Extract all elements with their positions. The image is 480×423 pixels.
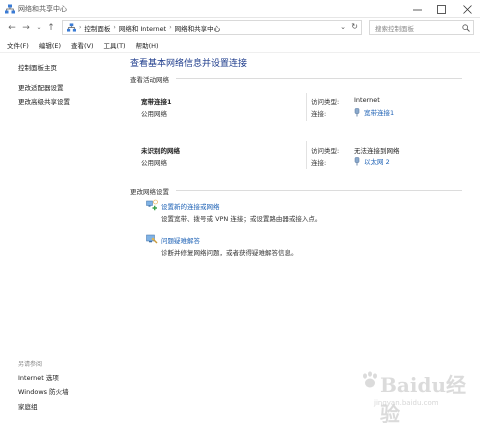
connection-link-ethernet[interactable]: 以太网 2 [354,156,390,166]
breadcrumb-network-internet[interactable]: 网络和 Internet [119,23,166,33]
breadcrumb-separator-icon: › [169,24,172,31]
access-type-value: Internet [354,96,380,104]
network-category[interactable]: 公用网络 [141,108,167,118]
menu-help[interactable]: 帮助(H) [136,40,159,50]
menu-bar: 文件(F) 编辑(E) 查看(V) 工具(T) 帮助(H) [0,38,480,53]
active-networks-heading: 查看活动网络 [130,76,169,84]
control-panel-icon [67,23,76,32]
network-name: 宽带连接1 [141,98,172,106]
breadcrumb-network-sharing-center[interactable]: 网络和共享中心 [175,23,221,33]
see-also-title: 另请参阅 [18,361,43,368]
access-type-label: 访问类型: [311,98,340,106]
arrow-left-icon: ← [8,22,16,33]
menu-edit[interactable]: 编辑(E) [39,40,61,50]
recent-locations-button[interactable]: ⌄ [33,21,45,34]
troubleshoot-desc: 诊断并修复网络问题，或者获得疑难解答信息。 [161,249,298,257]
sidebar: 控制面板主页 更改适配器设置 更改高级共享设置 另请参阅 Internet 选项… [0,53,122,423]
minimize-icon [412,9,422,10]
connection-name[interactable]: 宽带连接1 [364,107,394,117]
connection-label: 连接: [311,110,327,118]
watermark-url: jingyan.baidu.com [374,399,439,407]
network-divider [306,93,307,121]
breadcrumb-separator-icon: › [79,24,82,31]
search-icon[interactable] [462,24,470,32]
refresh-icon[interactable]: ↻ [351,22,358,31]
access-type-label: 访问类型: [311,147,340,155]
menu-tools[interactable]: 工具(T) [104,40,126,50]
maximize-icon [436,4,446,14]
network-divider [306,141,307,169]
sidebar-link-control-panel-home[interactable]: 控制面板主页 [18,62,57,72]
connection-label: 连接: [311,159,327,167]
maximize-button[interactable] [428,0,454,18]
forward-button[interactable]: → [20,21,32,34]
search-box[interactable]: 搜索控制面板 [369,20,474,35]
minimize-button[interactable] [404,0,430,18]
access-type-value: 无法连接到网络 [354,147,400,155]
chevron-down-icon: ⌄ [36,24,42,31]
new-connection-icon [146,199,158,211]
breadcrumb-separator-icon: › [113,24,116,31]
network-center-icon [5,4,15,14]
address-toolbar: ← → ⌄ ↑ › 控制面板 › 网络和 Internet › 网络和共享中心 … [0,18,480,38]
section-divider [176,190,462,191]
sidebar-link-adapter-settings[interactable]: 更改适配器设置 [18,82,64,92]
change-settings-heading: 更改网络设置 [130,188,169,196]
close-icon [462,4,472,14]
page-title: 查看基本网络信息并设置连接 [130,59,248,69]
baidu-paw-logo-icon [363,371,377,388]
network-name: 未识别的网络 [141,147,180,155]
ethernet-icon [354,156,360,165]
title-bar: 网络和共享中心 [0,0,480,18]
sidebar-link-internet-options[interactable]: Internet 选项 [18,372,59,382]
section-divider [176,78,462,79]
connection-name[interactable]: 以太网 2 [364,156,390,166]
back-button[interactable]: ← [6,21,18,34]
sidebar-link-advanced-sharing[interactable]: 更改高级共享设置 [18,96,70,106]
chevron-down-icon[interactable]: ⌄ [340,23,346,31]
sidebar-link-windows-firewall[interactable]: Windows 防火墙 [18,386,69,396]
menu-file[interactable]: 文件(F) [7,40,29,50]
network-category[interactable]: 公用网络 [141,157,167,167]
window-title: 网络和共享中心 [18,5,67,13]
watermark-brand: Baidu经验 [380,373,466,423]
arrow-up-icon: ↑ [47,22,55,33]
address-field[interactable]: › 控制面板 › 网络和 Internet › 网络和共享中心 ⌄ ↻ [62,20,362,35]
sidebar-link-homegroup[interactable]: 家庭组 [18,401,38,411]
troubleshoot-link[interactable]: 问题疑难解答 [161,235,200,245]
setup-connection-desc: 设置宽带、拨号或 VPN 连接；或设置路由器或接入点。 [161,215,322,223]
baidu-watermark: Baidu经验 jingyan.baidu.com [360,365,475,423]
dialup-connection-icon [354,107,360,116]
troubleshoot-icon [146,234,158,244]
connection-link-broadband[interactable]: 宽带连接1 [354,107,394,117]
arrow-right-icon: → [22,22,30,33]
menu-view[interactable]: 查看(V) [71,40,94,50]
setup-connection-link[interactable]: 设置新的连接或网络 [161,201,220,211]
up-button[interactable]: ↑ [45,21,57,34]
breadcrumb-control-panel[interactable]: 控制面板 [84,23,110,33]
close-button[interactable] [454,0,480,18]
search-placeholder: 搜索控制面板 [375,24,414,33]
